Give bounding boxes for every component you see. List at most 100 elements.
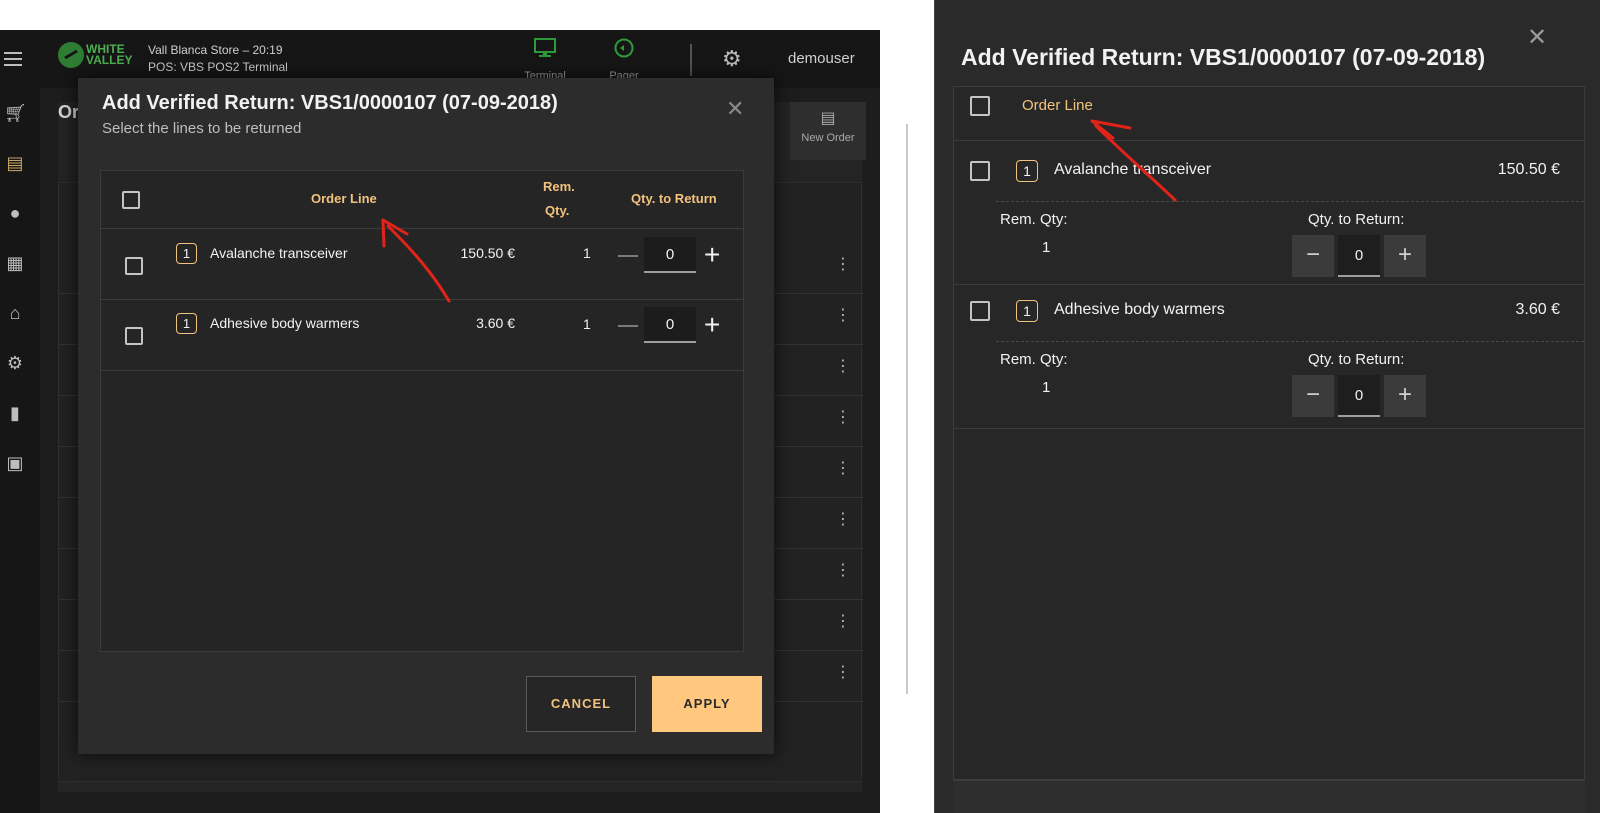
qty-badge: 1 <box>1016 160 1038 182</box>
close-icon[interactable]: ✕ <box>1527 26 1547 50</box>
qty-stepper: − 0 + <box>1292 235 1426 277</box>
cart-icon[interactable]: 🛒︎ <box>4 102 27 124</box>
modal-subtitle: Select the lines to be returned <box>102 120 302 137</box>
hamburger-icon[interactable] <box>4 52 22 66</box>
modal-title: Add Verified Return: VBS1/0000107 (07-09… <box>102 92 558 114</box>
rem-qty-label: Rem. Qty: <box>1000 351 1068 368</box>
kebab-icon[interactable]: ⋮ <box>835 308 851 324</box>
product-price: 3.60 € <box>1515 301 1560 318</box>
qty-badge: 1 <box>176 243 197 264</box>
product-name: Adhesive body warmers <box>210 315 360 331</box>
qty-to-return-input[interactable]: 0 <box>644 237 696 273</box>
product-price: 150.50 € <box>1497 161 1560 178</box>
gear-icon[interactable]: ⚙ <box>722 48 742 70</box>
mobile-header: Order Line <box>954 87 1584 141</box>
header-rem-qty-2: Qty. <box>545 203 570 218</box>
rem-qty-value: 1 <box>1042 379 1051 396</box>
mobile-dialog-title: Add Verified Return: VBS1/0000107 (07-09… <box>961 44 1486 70</box>
decrement-button[interactable]: − <box>1292 375 1334 417</box>
kebab-icon[interactable]: ⋮ <box>835 257 851 273</box>
line-checkbox[interactable] <box>125 327 143 345</box>
apply-button[interactable]: APPLY <box>652 676 762 732</box>
header-separator <box>690 44 692 76</box>
document-icon[interactable]: ▮ <box>4 402 26 424</box>
receipt-icon[interactable]: ▤ <box>4 152 26 174</box>
line-checkbox[interactable] <box>970 161 990 181</box>
decrement-button[interactable] <box>618 255 638 257</box>
close-icon[interactable]: ✕ <box>726 98 744 120</box>
kebab-icon[interactable]: ⋮ <box>835 359 851 375</box>
mobile-lines-card: Order Line 1 Avalanche transceiver 150.5… <box>953 86 1585 780</box>
select-all-checkbox[interactable] <box>122 191 140 209</box>
product-price: 3.60 € <box>476 315 515 331</box>
new-order-button[interactable]: ▤ New Order <box>790 102 866 160</box>
return-lines-table: Order Line Rem. Qty. Qty. to Return 1 Av… <box>100 170 744 652</box>
header-qty-to-return: Qty. to Return <box>631 191 717 206</box>
qty-to-return-input[interactable]: 0 <box>644 307 696 343</box>
qty-stepper: − 0 + <box>1292 375 1426 417</box>
decrement-button[interactable] <box>618 325 638 327</box>
kebab-icon[interactable]: ⋮ <box>835 512 851 528</box>
qty-to-return-input[interactable]: 0 <box>1338 235 1380 277</box>
mobile-return-dialog: ✕ Add Verified Return: VBS1/0000107 (07-… <box>934 0 1600 813</box>
line-checkbox[interactable] <box>125 257 143 275</box>
terminal-button[interactable]: Terminal <box>515 38 575 82</box>
qty-to-return-label: Qty. to Return: <box>1308 211 1405 228</box>
white-valley-logo: WHITE VALLEY <box>58 42 132 68</box>
settings-icon[interactable]: ⚙ <box>4 352 26 374</box>
page-scrollbar[interactable] <box>906 124 908 694</box>
logo-mark-icon <box>58 42 84 68</box>
new-order-label: New Order <box>801 132 855 144</box>
kebab-icon[interactable]: ⋮ <box>835 665 851 681</box>
rem-qty-value: 1 <box>1042 239 1051 256</box>
line-checkbox[interactable] <box>970 301 990 321</box>
pager-icon <box>614 38 634 58</box>
header-order-line[interactable]: Order Line <box>1022 97 1093 114</box>
person-icon[interactable]: ● <box>4 202 26 224</box>
username[interactable]: demouser <box>788 50 855 67</box>
header-rem-qty-1: Rem. <box>543 179 575 194</box>
header-order-line[interactable]: Order Line <box>311 187 377 211</box>
mobile-line-item: 1 Adhesive body warmers 3.60 € Rem. Qty:… <box>954 285 1584 429</box>
kebab-icon[interactable]: ⋮ <box>835 563 851 579</box>
mobile-footer-strip <box>953 780 1585 813</box>
verified-return-modal: Add Verified Return: VBS1/0000107 (07-09… <box>78 78 774 754</box>
kebab-icon[interactable]: ⋮ <box>835 614 851 630</box>
store-info: Vall Blanca Store – 20:19 POS: VBS POS2 … <box>148 42 288 76</box>
qty-to-return-input[interactable]: 0 <box>1338 375 1380 417</box>
pager-button[interactable]: Pager <box>594 38 654 82</box>
increment-button[interactable]: + <box>1384 375 1426 417</box>
pos-sidebar: 🛒︎ ▤ ● ▦ ⌂ ⚙ ▮ ▣ <box>0 88 40 813</box>
monitor-icon <box>534 38 556 57</box>
store-icon[interactable]: ⌂ <box>4 302 26 324</box>
select-all-checkbox[interactable] <box>970 96 990 116</box>
row-divider <box>996 201 1584 202</box>
cash-register-icon[interactable]: ▦ <box>4 252 26 274</box>
rem-qty-label: Rem. Qty: <box>1000 211 1068 228</box>
new-order-icon: ▤ <box>820 110 836 127</box>
kebab-icon[interactable]: ⋮ <box>835 461 851 477</box>
rem-qty-value: 1 <box>583 316 591 332</box>
kebab-icon[interactable]: ⋮ <box>835 410 851 426</box>
product-name: Avalanche transceiver <box>210 245 348 261</box>
qty-badge: 1 <box>176 313 197 334</box>
qty-badge: 1 <box>1016 300 1038 322</box>
store-line: Vall Blanca Store – 20:19 <box>148 43 283 57</box>
cancel-button[interactable]: CANCEL <box>526 676 636 732</box>
product-name: Adhesive body warmers <box>1054 301 1225 318</box>
return-line-row: 1 Avalanche transceiver 150.50 € 1 0 + <box>101 229 743 300</box>
product-price: 150.50 € <box>460 245 516 261</box>
rem-qty-value: 1 <box>583 245 591 261</box>
increment-button[interactable]: + <box>704 311 720 339</box>
product-name: Avalanche transceiver <box>1054 161 1212 178</box>
decrement-button[interactable]: − <box>1292 235 1334 277</box>
terminal-line: POS: VBS POS2 Terminal <box>148 60 288 74</box>
increment-button[interactable]: + <box>704 241 720 269</box>
increment-button[interactable]: + <box>1384 235 1426 277</box>
printer-icon[interactable]: ▣ <box>4 452 26 474</box>
qty-to-return-label: Qty. to Return: <box>1308 351 1405 368</box>
table-header: Order Line Rem. Qty. Qty. to Return <box>101 171 743 229</box>
page-title: Or <box>58 102 80 122</box>
logo-line-2: VALLEY <box>86 53 133 67</box>
return-line-row: 1 Adhesive body warmers 3.60 € 1 0 + <box>101 300 743 371</box>
